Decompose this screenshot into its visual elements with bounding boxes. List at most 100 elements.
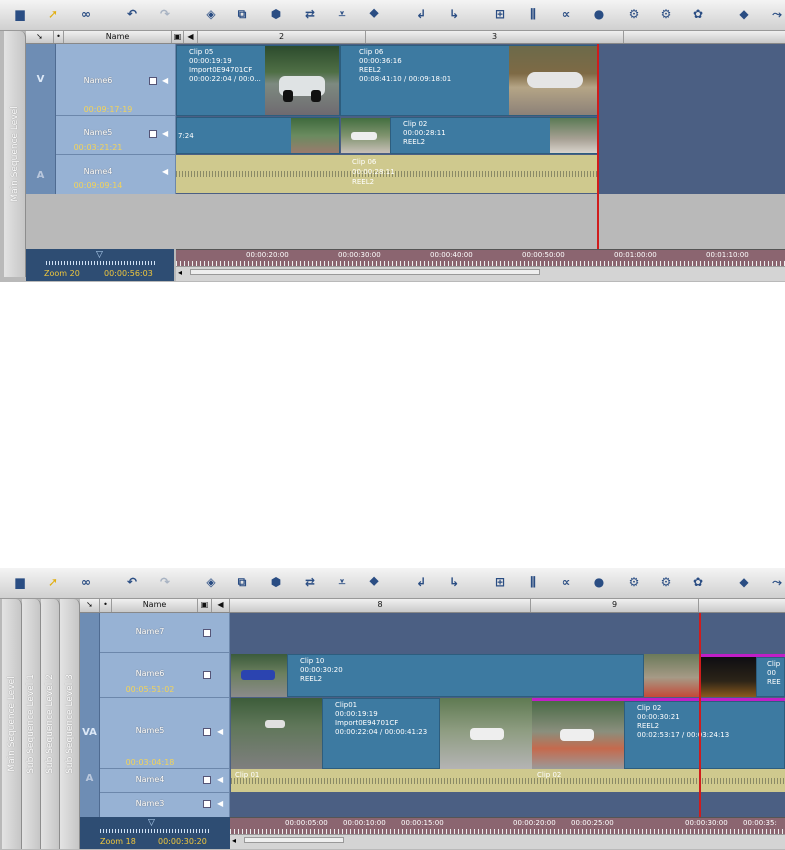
track-row[interactable]: Name6 00:09:17:19 ◀ (56, 44, 175, 116)
group-icon[interactable]: ∝ (558, 7, 574, 22)
mark-out-icon[interactable]: ↳ (446, 7, 462, 22)
render-icon[interactable]: ⚙ (626, 7, 642, 22)
link-icon[interactable]: ∞ (78, 7, 94, 22)
folder-icon[interactable]: ▆ (12, 7, 28, 22)
speaker-icon[interactable]: ◀ (162, 167, 168, 176)
track-row[interactable]: Name5 00:03:21:21 ◀ (56, 116, 175, 155)
zoom-slider-icon[interactable]: ▽ (96, 250, 103, 260)
render-all-icon[interactable]: ⚙ (658, 575, 674, 590)
cube-icon[interactable]: ◆ (736, 575, 752, 590)
arrow-cell[interactable]: ➘ (26, 31, 54, 43)
save-icon[interactable] (149, 77, 157, 85)
clip-reel: REEL2 (359, 66, 382, 74)
trim-icon[interactable]: ⬢ (268, 7, 284, 22)
render-settings-icon[interactable]: ✿ (690, 7, 706, 22)
track-row[interactable]: Name5 00:03:04:18 ◀ (100, 698, 229, 769)
redo-icon[interactable]: ↷ (157, 575, 173, 590)
ruler-label: 00:00:20:00 (246, 251, 289, 259)
lift-icon[interactable]: ⩡ (334, 7, 350, 22)
zoom-slider-icon[interactable]: ▽ (148, 818, 155, 828)
fit-icon[interactable]: ⊞ (492, 575, 508, 590)
trim-icon[interactable]: ⬢ (268, 575, 284, 590)
save-icon[interactable] (203, 776, 211, 784)
ruler-label: 00:00:40:00 (430, 251, 473, 259)
extract-icon[interactable]: ⯁ (366, 7, 382, 22)
sub-sequence-level-3-tab[interactable]: Sub Sequence Level 3 (60, 599, 80, 849)
scroll-thumb[interactable] (244, 837, 344, 843)
horizontal-scrollbar[interactable]: ◂ (230, 834, 785, 849)
speaker-icon[interactable]: ◀ (217, 775, 223, 784)
track-row[interactable]: Name4 ◀ (100, 769, 229, 793)
cube-icon[interactable]: ◆ (736, 7, 752, 22)
scroll-left-icon[interactable]: ◂ (232, 836, 236, 845)
scroll-thumb[interactable] (190, 269, 540, 275)
lift-icon[interactable]: ⩡ (334, 575, 350, 590)
track-row[interactable]: Name7 (100, 613, 229, 653)
swap-icon[interactable]: ⇄ (302, 575, 318, 590)
link-icon[interactable]: ∞ (78, 575, 94, 590)
undo-icon[interactable]: ↶ (124, 7, 140, 22)
main-sequence-level-tab[interactable]: Main Sequence Level (4, 31, 26, 277)
render-all-icon[interactable]: ⚙ (658, 7, 674, 22)
more-icon[interactable]: ⤳ (769, 7, 785, 22)
undo-icon[interactable]: ↶ (124, 575, 140, 590)
group-icon[interactable]: ∝ (558, 575, 574, 590)
speaker-icon[interactable]: ◀ (162, 76, 168, 85)
speaker-icon[interactable]: ◀ (217, 727, 223, 736)
speaker-icon[interactable]: ◀ (162, 129, 168, 138)
fit-icon[interactable]: ⊞ (492, 7, 508, 22)
top-toolbar: ▆ ➚ ∞ ↶ ↷ ◈ ⧉ ⬢ ⇄ ⩡ ⯁ ↲ ↳ ⊞ ⫼ ∝ ● ⚙ ⚙ ✿ … (0, 0, 785, 31)
time-ruler[interactable]: 00:00:05:00 00:00:10:00 00:00:15:00 00:0… (230, 817, 785, 834)
folder-icon[interactable]: ▆ (12, 575, 28, 590)
redo-icon[interactable]: ↷ (157, 7, 173, 22)
mark-in-icon[interactable]: ↲ (413, 7, 429, 22)
mark-out-icon[interactable]: ↳ (446, 575, 462, 590)
speaker-icon[interactable]: ◀ (217, 799, 223, 808)
playhead[interactable] (597, 44, 599, 267)
mixer-icon[interactable]: ⫼ (525, 7, 541, 22)
save-icon[interactable] (203, 800, 211, 808)
zoom-control[interactable]: ▽ Zoom 20 00:00:56:03 (26, 249, 174, 281)
clip-01[interactable]: Clip01 00:00:19:19 Import0E94701CF 00:00… (322, 698, 440, 769)
clip-02[interactable]: Clip 02 00:00:30:21 REEL2 00:02:53:17 / … (624, 701, 785, 769)
save-icon[interactable] (203, 728, 211, 736)
main-sequence-level-tab[interactable]: Main Sequence Level (2, 599, 22, 849)
level-label: Sub Sequence Level 2 (45, 674, 55, 774)
mixer-icon[interactable]: ⫼ (525, 575, 541, 590)
more-icon[interactable]: ⤳ (769, 575, 785, 590)
zoom-control[interactable]: ▽ Zoom 18 00:00:30:20 (80, 817, 230, 849)
render-icon[interactable]: ⚙ (626, 575, 642, 590)
record-icon[interactable]: ● (591, 575, 607, 590)
track-header-row: ➘ • Name ▣ ◀ 2 3 (26, 31, 785, 44)
pointer-icon[interactable]: ➚ (45, 575, 61, 590)
playhead[interactable] (699, 613, 701, 817)
swap-icon[interactable]: ⇄ (302, 7, 318, 22)
scroll-left-icon[interactable]: ◂ (178, 268, 182, 277)
sub-sequence-level-1-tab[interactable]: Sub Sequence Level 1 (22, 599, 41, 849)
horizontal-scrollbar[interactable]: ◂ (176, 266, 785, 281)
arrow-cell[interactable]: ➘ (80, 599, 100, 612)
audio-track[interactable]: Clip 06 00:00:28:11 REEL2 (176, 155, 598, 193)
save-icon[interactable] (149, 130, 157, 138)
clip-range: 00:08:41:10 / 00:09:18:01 (359, 75, 452, 83)
sub-sequence-level-2-tab[interactable]: Sub Sequence Level 2 (41, 599, 60, 849)
track-row[interactable]: Name3 ◀ (100, 793, 229, 817)
track-row[interactable]: Name6 00:05:51:02 (100, 653, 229, 698)
clip-cut[interactable]: Clip 00 REE (756, 657, 785, 697)
audio-track[interactable]: Clip 01 Clip 02 (231, 769, 785, 792)
ruler-label: 00:00:30:00 (338, 251, 381, 259)
record-icon[interactable]: ● (591, 7, 607, 22)
pointer-icon[interactable]: ➚ (45, 7, 61, 22)
time-ruler[interactable]: 00:00:20:00 00:00:30:00 00:00:40:00 00:0… (176, 249, 785, 266)
mark-in-icon[interactable]: ↲ (413, 575, 429, 590)
save-icon[interactable] (203, 671, 211, 679)
clip-10[interactable]: Clip 10 00:00:30:20 REEL2 (287, 654, 644, 697)
razor-icon[interactable]: ◈ (203, 7, 219, 22)
track-row[interactable]: Name4 00:09:09:14 ◀ (56, 155, 175, 194)
render-settings-icon[interactable]: ✿ (690, 575, 706, 590)
save-icon[interactable] (203, 629, 211, 637)
slip-icon[interactable]: ⧉ (234, 575, 250, 590)
razor-icon[interactable]: ◈ (203, 575, 219, 590)
extract-icon[interactable]: ⯁ (366, 575, 382, 590)
slip-icon[interactable]: ⧉ (234, 7, 250, 22)
